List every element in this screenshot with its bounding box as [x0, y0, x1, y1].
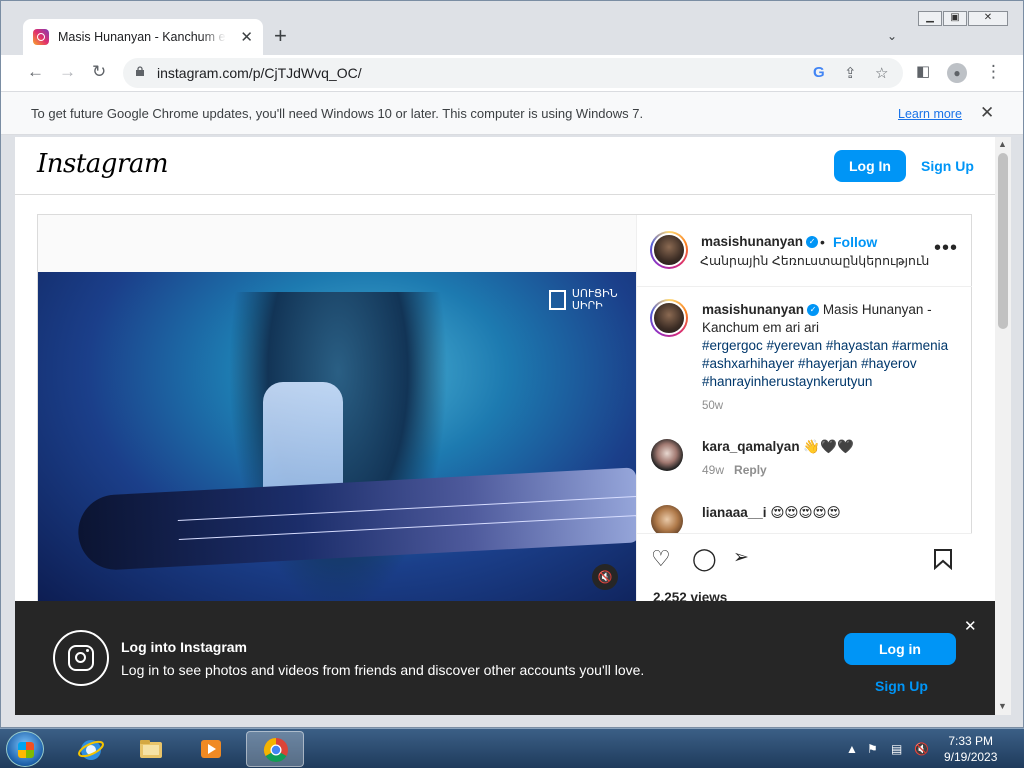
profile-icon[interactable]: ● — [947, 63, 967, 83]
commenter-avatar[interactable] — [651, 439, 683, 471]
chrome-icon — [263, 738, 288, 763]
url-text: instagram.com/p/CjTJdWvq_OC/ — [157, 65, 362, 81]
chevron-down-icon[interactable]: ⌄ — [887, 29, 897, 43]
reload-icon[interactable]: ↻ — [92, 61, 106, 83]
comment-body: lianaaa__i 😍😍😍😍😍 — [702, 505, 841, 521]
windows-logo-icon — [18, 742, 34, 758]
clock-date: 9/19/2023 — [944, 750, 998, 764]
banner-login-button[interactable]: Log in — [844, 633, 956, 665]
instagram-page: Instagram Log In Sign Up ՍՈՒՑԻՆ ՍԻՐԻ 🔇 m… — [15, 137, 995, 715]
reply-button[interactable]: Reply — [734, 463, 767, 477]
caption-hashtags[interactable]: #ergergoc #yerevan #hayastan #armenia #a… — [702, 337, 952, 391]
back-arrow-icon[interactable]: ← — [27, 61, 44, 83]
post-sidebar: masishunanyan ✓ • Follow Հանրային Հեռուստ… — [636, 215, 972, 605]
minimize-button[interactable]: ▁ — [918, 11, 942, 26]
page-scrollbar[interactable]: ▲ ▼ — [995, 137, 1011, 715]
folder-icon — [140, 740, 162, 758]
post-media: ՍՈՒՑԻՆ ՍԻՐԻ 🔇 — [38, 215, 636, 605]
scrollbar-thumb[interactable] — [998, 153, 1008, 329]
login-banner: Log into Instagram Log in to see photos … — [15, 601, 995, 715]
banner-title: Log into Instagram — [121, 639, 247, 655]
post-location[interactable]: Հանրային Հեռուստաընկերություն - Հ1 — [700, 253, 930, 268]
instagram-logo[interactable]: Instagram — [37, 149, 169, 179]
clock-time: 7:33 PM — [948, 734, 994, 748]
taskbar-file-explorer[interactable] — [124, 731, 178, 767]
author-avatar[interactable] — [650, 231, 688, 269]
post-caption: masishunanyan ✓ Masis Hunanyan - Kanchum … — [702, 301, 952, 415]
instagram-favicon-icon — [33, 29, 49, 45]
author-username[interactable]: masishunanyan ✓ — [701, 234, 819, 249]
learn-more-link[interactable]: Learn more — [898, 107, 962, 121]
infobar-message: To get future Google Chrome updates, you… — [31, 106, 644, 121]
taskbar-chrome[interactable] — [246, 731, 304, 767]
save-bookmark-icon[interactable] — [933, 548, 953, 570]
instagram-header: Instagram Log In Sign Up — [15, 137, 995, 195]
forward-arrow-icon[interactable]: → — [59, 61, 76, 83]
banner-close-icon[interactable]: ✕ — [964, 617, 977, 635]
browser-window: Masis Hunanyan - Kanchum em ari ari ✕ + … — [0, 0, 1024, 728]
comment-text: 👋🖤🖤 — [803, 439, 854, 454]
caption-time[interactable]: 50w — [702, 397, 952, 415]
post-actions: ♡ ◯ ➢ 2,252 views — [637, 533, 972, 605]
maximize-button[interactable]: ▣ — [943, 11, 967, 26]
network-icon[interactable]: ▤ — [891, 742, 902, 756]
share-icon[interactable]: ⇪ — [844, 64, 857, 82]
taskbar-internet-explorer[interactable] — [64, 731, 118, 767]
tab-title: Masis Hunanyan - Kanchum em ari ari — [58, 30, 226, 44]
banner-subtitle: Log in to see photos and videos from fri… — [121, 662, 645, 678]
google-icon[interactable]: G — [813, 64, 825, 81]
caption-avatar[interactable] — [650, 299, 688, 337]
mute-icon[interactable]: 🔇 — [592, 564, 618, 590]
side-panel-icon[interactable]: ◧ — [916, 61, 930, 83]
comment-icon[interactable]: ◯ — [692, 546, 717, 572]
comment-meta: 49w Reply — [702, 463, 767, 477]
volume-muted-icon[interactable]: 🔇 — [914, 742, 929, 756]
header-signup-link[interactable]: Sign Up — [921, 158, 974, 174]
bookmark-star-icon[interactable]: ☆ — [875, 64, 888, 82]
share-send-icon[interactable]: ➢ — [733, 546, 749, 569]
post-card: ՍՈՒՑԻՆ ՍԻՐԻ 🔇 masishunanyan ✓ • Follow Հա… — [37, 214, 972, 605]
menu-kebab-icon[interactable]: ⋮ — [985, 61, 1002, 83]
verified-icon: ✓ — [806, 236, 819, 249]
start-button[interactable] — [6, 731, 44, 767]
browser-toolbar: ← → ↻ instagram.com/p/CjTJdWvq_OC/ G ⇪ ☆… — [1, 55, 1023, 91]
instagram-camera-icon — [53, 630, 109, 686]
video-watermark: ՍՈՒՑԻՆ ՍԻՐԻ — [549, 288, 636, 312]
tab-instagram[interactable]: Masis Hunanyan - Kanchum em ari ari ✕ — [23, 19, 263, 55]
comment-body: kara_qamalyan 👋🖤🖤 — [702, 439, 854, 455]
follow-button[interactable]: Follow — [833, 234, 877, 250]
post-header: masishunanyan ✓ • Follow Հանրային Հեռուստ… — [637, 215, 972, 287]
heart-icon[interactable]: ♡ — [651, 546, 671, 572]
verified-icon: ✓ — [807, 304, 820, 317]
scroll-up-icon[interactable]: ▲ — [998, 139, 1007, 149]
comment-text: 😍😍😍😍😍 — [770, 505, 841, 520]
update-infobar: To get future Google Chrome updates, you… — [1, 91, 1023, 135]
scroll-down-icon[interactable]: ▼ — [998, 701, 1007, 711]
watermark-logo-icon — [549, 290, 566, 310]
separator-dot: • — [820, 234, 825, 250]
tab-close-icon[interactable]: ✕ — [240, 28, 253, 46]
watermark-text: ՍՈՒՑԻՆ ՍԻՐԻ — [571, 288, 618, 312]
taskbar-media-player[interactable] — [184, 731, 238, 767]
tab-strip: Masis Hunanyan - Kanchum em ari ari ✕ + … — [1, 1, 1023, 55]
plus-icon[interactable]: + — [274, 25, 287, 47]
media-player-icon — [201, 740, 221, 758]
windows-taskbar: ▲ ⚑ ▤ 🔇 7:33 PM 9/19/2023 — [0, 728, 1024, 768]
more-options-icon[interactable]: ••• — [934, 237, 958, 260]
banner-signup-link[interactable]: Sign Up — [875, 678, 928, 694]
tray-expand-icon[interactable]: ▲ — [846, 742, 858, 756]
comment-time[interactable]: 49w — [702, 463, 724, 477]
commenter-username[interactable]: lianaaa__i — [702, 505, 767, 520]
caption-username[interactable]: masishunanyan — [702, 302, 804, 317]
header-login-button[interactable]: Log In — [834, 150, 906, 182]
close-window-button[interactable]: ✕ — [968, 11, 1008, 26]
internet-explorer-icon — [78, 740, 104, 760]
post-video[interactable]: ՍՈՒՑԻՆ ՍԻՐԻ 🔇 — [38, 272, 636, 602]
lock-icon — [136, 66, 144, 76]
infobar-close-icon[interactable]: ✕ — [980, 103, 994, 123]
address-bar[interactable]: instagram.com/p/CjTJdWvq_OC/ G ⇪ ☆ — [123, 58, 903, 88]
taskbar-clock[interactable]: 7:33 PM 9/19/2023 — [944, 733, 997, 765]
commenter-username[interactable]: kara_qamalyan — [702, 439, 800, 454]
action-center-flag-icon[interactable]: ⚑ — [867, 742, 878, 756]
